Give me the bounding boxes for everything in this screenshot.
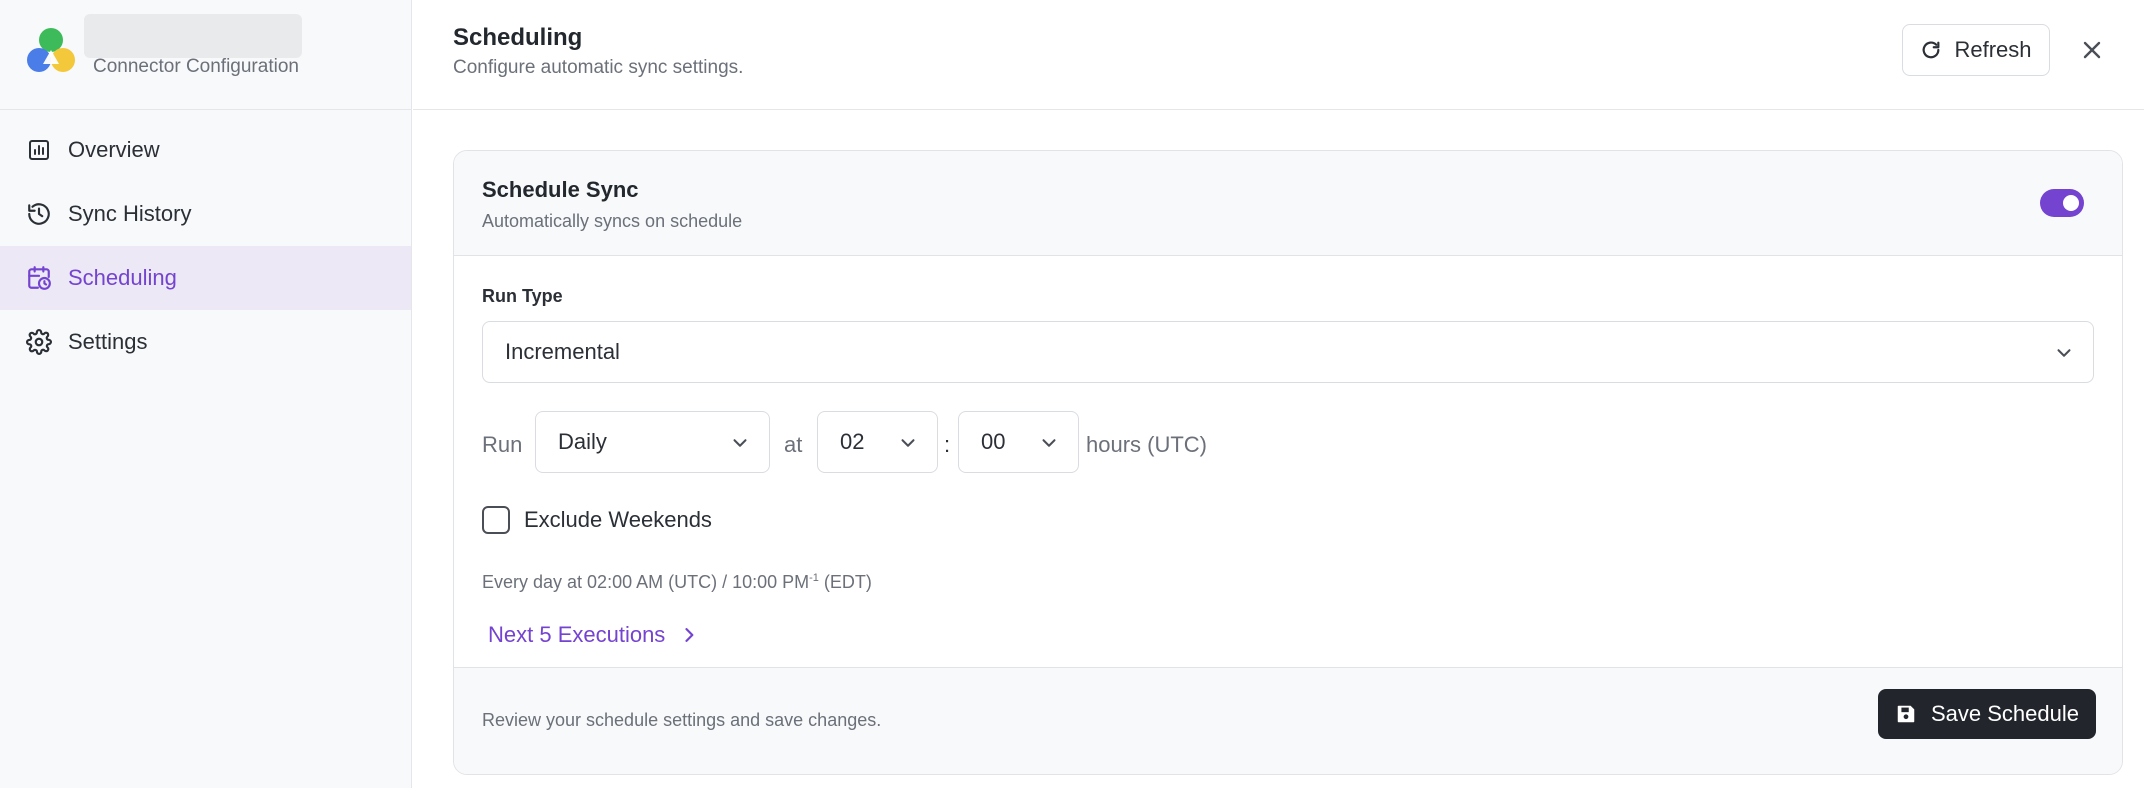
close-button[interactable] <box>2076 34 2108 66</box>
sidebar-item-label: Overview <box>68 137 160 162</box>
chevron-right-icon <box>679 625 699 645</box>
page-header: Scheduling Configure automatic sync sett… <box>413 0 2144 110</box>
next-executions-link[interactable]: Next 5 Executions <box>488 622 699 648</box>
refresh-icon <box>1920 39 1942 61</box>
schedule-summary: Every day at 02:00 AM (UTC) / 10:00 PM-1… <box>482 572 872 593</box>
exclude-weekends-checkbox[interactable] <box>482 506 510 534</box>
gear-icon <box>26 329 52 355</box>
refresh-button[interactable]: Refresh <box>1902 24 2050 76</box>
page-subtitle: Configure automatic sync settings. <box>453 57 744 78</box>
brand-name-placeholder <box>84 14 302 58</box>
close-icon <box>2080 38 2104 62</box>
page-title: Scheduling <box>453 24 583 51</box>
summary-day-offset: -1 <box>809 572 819 584</box>
chevron-down-icon <box>1038 432 1060 460</box>
schedule-card-footer: Review your schedule settings and save c… <box>454 667 2122 774</box>
exclude-weekends-label: Exclude Weekends <box>524 507 712 532</box>
refresh-label: Refresh <box>1954 37 2032 62</box>
next-executions-label: Next 5 Executions <box>488 622 666 647</box>
history-icon <box>26 201 52 227</box>
frequency-select[interactable]: Daily <box>535 411 770 473</box>
calendar-clock-icon <box>26 265 52 291</box>
sidebar-item-label: Settings <box>68 329 148 354</box>
sidebar-item-overview[interactable]: Overview <box>0 118 411 182</box>
sidebar: Connector Configuration Overview Sync Hi… <box>0 0 412 788</box>
sidebar-item-scheduling[interactable]: Scheduling <box>0 246 411 310</box>
brand-area: Connector Configuration <box>0 0 411 110</box>
run-type-select[interactable]: Incremental <box>482 321 2094 383</box>
sidebar-item-sync-history[interactable]: Sync History <box>0 182 411 246</box>
schedule-sync-subtitle: Automatically syncs on schedule <box>482 211 743 231</box>
sidebar-item-label: Scheduling <box>68 265 177 290</box>
chevron-down-icon <box>729 432 751 460</box>
schedule-sync-toggle[interactable] <box>2040 189 2084 217</box>
save-schedule-label: Save Schedule <box>1931 701 2079 726</box>
toggle-knob <box>2063 195 2079 211</box>
sidebar-item-settings[interactable]: Settings <box>0 310 411 374</box>
sidebar-item-label: Sync History <box>68 201 192 226</box>
minute-select[interactable]: 00 <box>958 411 1079 473</box>
time-separator: : <box>944 432 951 457</box>
chevron-down-icon <box>897 432 919 460</box>
exclude-weekends-row[interactable]: Exclude Weekends <box>482 506 712 534</box>
save-icon <box>1895 703 1917 725</box>
summary-text: Every day at 02:00 AM (UTC) / 10:00 PM <box>482 572 810 592</box>
sidebar-nav: Overview Sync History Scheduling Setting… <box>0 110 411 374</box>
schedule-card-header: Schedule Sync Automatically syncs on sch… <box>454 151 2122 256</box>
schedule-card: Schedule Sync Automatically syncs on sch… <box>453 150 2123 775</box>
footer-note: Review your schedule settings and save c… <box>482 710 882 730</box>
save-schedule-button[interactable]: Save Schedule <box>1878 689 2096 739</box>
frequency-value: Daily <box>558 429 607 454</box>
brand-subtitle: Connector Configuration <box>93 56 299 77</box>
summary-timezone: (EDT) <box>818 572 872 592</box>
chart-bar-icon <box>26 137 52 163</box>
hour-value: 02 <box>840 429 865 454</box>
schedule-sync-title: Schedule Sync <box>482 177 639 202</box>
chevron-down-icon <box>2053 342 2075 370</box>
run-prefix: Run <box>482 432 523 457</box>
minute-value: 00 <box>981 429 1006 454</box>
hour-select[interactable]: 02 <box>817 411 938 473</box>
schedule-card-body: Run Type Incremental Run Daily at 02 : 0… <box>454 256 2122 668</box>
app-logo <box>27 28 75 72</box>
hours-utc-suffix: hours (UTC) <box>1086 432 1208 457</box>
run-type-label: Run Type <box>482 286 563 306</box>
at-label: at <box>784 432 803 457</box>
run-type-value: Incremental <box>505 339 620 364</box>
